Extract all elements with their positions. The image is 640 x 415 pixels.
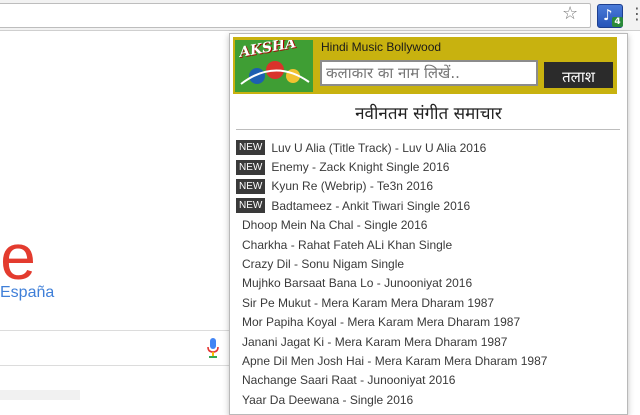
extension-button[interactable]: ♪ 4 [597, 4, 623, 28]
new-badge: NEW [236, 140, 266, 156]
song-title[interactable]: Nachange Saari Raat - Junooniyat 2016 [242, 373, 455, 387]
list-item[interactable]: Nachange Saari Raat - Junooniyat 2016 [236, 371, 626, 390]
list-item[interactable]: NEW Enemy - Zack Knight Single 2016 [236, 157, 626, 176]
list-item[interactable]: Dhoop Mein Na Chal - Single 2016 [236, 216, 626, 235]
song-title[interactable]: Kyun Re (Webrip) - Te3n 2016 [271, 179, 433, 193]
song-title[interactable]: Luv U Alia (Title Track) - Luv U Alia 20… [271, 141, 486, 155]
list-item[interactable]: Charkha - Rahat Fateh ALi Khan Single [236, 235, 626, 254]
song-title[interactable]: Mujhko Barsaat Bana Lo - Junooniyat 2016 [242, 276, 472, 290]
browser-toolbar: ☆ ♪ 4 ⋮ [0, 0, 640, 31]
section-title: नवीनतम संगीत समाचार [355, 104, 502, 124]
list-item[interactable]: Mor Papiha Koyal - Mera Karam Mera Dhara… [236, 313, 626, 332]
song-title[interactable]: Charkha - Rahat Fateh ALi Khan Single [242, 238, 452, 252]
song-title[interactable]: Apne Dil Men Josh Hai - Mera Karam Mera … [242, 354, 547, 368]
song-list: NEW Luv U Alia (Title Track) - Luv U Ali… [236, 138, 626, 409]
search-button[interactable]: तलाश [542, 60, 615, 90]
address-bar[interactable] [0, 3, 591, 28]
song-title[interactable]: Sir Pe Mukut - Mera Karam Mera Dharam 19… [242, 296, 494, 310]
list-item[interactable]: Apne Dil Men Josh Hai - Mera Karam Mera … [236, 351, 626, 370]
list-item[interactable]: Janani Jagat Ki - Mera Karam Mera Dharam… [236, 332, 626, 351]
google-country-label: España [0, 284, 55, 301]
page-footer-strip [0, 390, 80, 400]
extension-popup: AKSHA Hindi Music Bollywood तलाश नवीनतम … [229, 33, 628, 415]
song-title[interactable]: Janani Jagat Ki - Mera Karam Mera Dharam… [242, 335, 507, 349]
artist-search-input[interactable] [320, 60, 538, 86]
new-badge: NEW [236, 198, 266, 214]
aksha-logo: AKSHA [235, 40, 313, 92]
list-item[interactable]: NEW Kyun Re (Webrip) - Te3n 2016 [236, 177, 626, 196]
song-title[interactable]: Dhoop Mein Na Chal - Single 2016 [242, 218, 427, 232]
list-item[interactable]: NEW Luv U Alia (Title Track) - Luv U Ali… [236, 138, 626, 157]
list-item[interactable]: NEW Badtameez - Ankit Tiwari Single 2016 [236, 196, 626, 215]
list-item[interactable]: Sir Pe Mukut - Mera Karam Mera Dharam 19… [236, 293, 626, 312]
star-icon[interactable]: ☆ [562, 4, 578, 24]
new-badge: NEW [236, 159, 266, 175]
google-search-box[interactable] [0, 330, 231, 366]
menu-dots-icon[interactable]: ⋮ [629, 2, 640, 26]
song-title[interactable]: Crazy Dil - Sonu Nigam Single [242, 257, 404, 271]
popup-header: AKSHA Hindi Music Bollywood तलाश [233, 37, 617, 94]
microphone-icon[interactable] [206, 338, 220, 358]
section-divider [236, 129, 620, 130]
extension-badge: 4 [612, 17, 623, 27]
song-title[interactable]: Enemy - Zack Knight Single 2016 [271, 160, 449, 174]
new-badge: NEW [236, 178, 266, 194]
song-title[interactable]: Badtameez - Ankit Tiwari Single 2016 [271, 199, 470, 213]
song-title[interactable]: Mor Papiha Koyal - Mera Karam Mera Dhara… [242, 315, 520, 329]
list-item[interactable]: Mujhko Barsaat Bana Lo - Junooniyat 2016 [236, 274, 626, 293]
google-logo-partial: le [0, 221, 36, 293]
list-item[interactable]: Crazy Dil - Sonu Nigam Single [236, 254, 626, 273]
popup-title: Hindi Music Bollywood [321, 40, 442, 54]
